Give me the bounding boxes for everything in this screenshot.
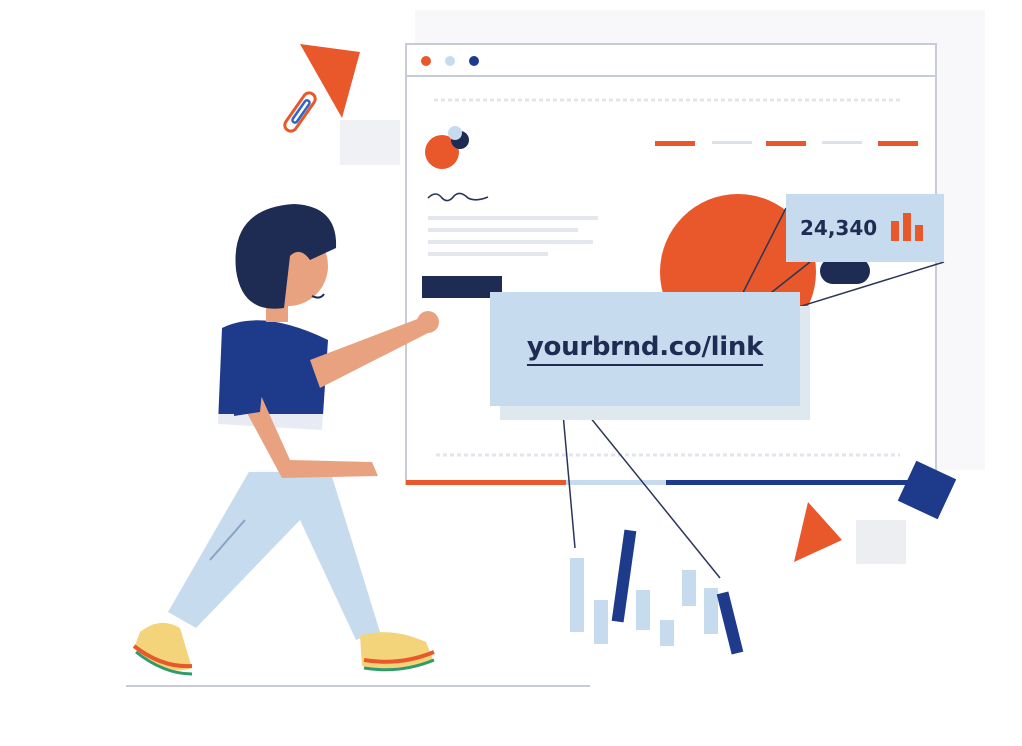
click-count: 24,340: [800, 216, 878, 240]
nav-link: [655, 141, 695, 146]
nav-link: [878, 141, 918, 146]
shoe-left: [132, 622, 193, 676]
window-dot-light: [445, 56, 455, 66]
paperclip-icon: [283, 91, 317, 133]
window-dot-navy: [469, 56, 479, 66]
short-link-card: yourbrnd.co/link: [490, 292, 800, 406]
browser-window: [405, 43, 937, 485]
shoe-right: [360, 632, 435, 672]
window-dot-red: [421, 56, 431, 66]
nav-link: [766, 141, 806, 146]
short-link-url[interactable]: yourbrnd.co/link: [526, 332, 763, 366]
analytics-bars: [570, 529, 744, 655]
person-illustration: [132, 204, 439, 676]
bar-chart-icon: [889, 211, 927, 246]
triangle-shape: [794, 502, 842, 562]
triangle-shape: [300, 44, 360, 118]
click-stat-card: 24,340: [786, 194, 944, 262]
